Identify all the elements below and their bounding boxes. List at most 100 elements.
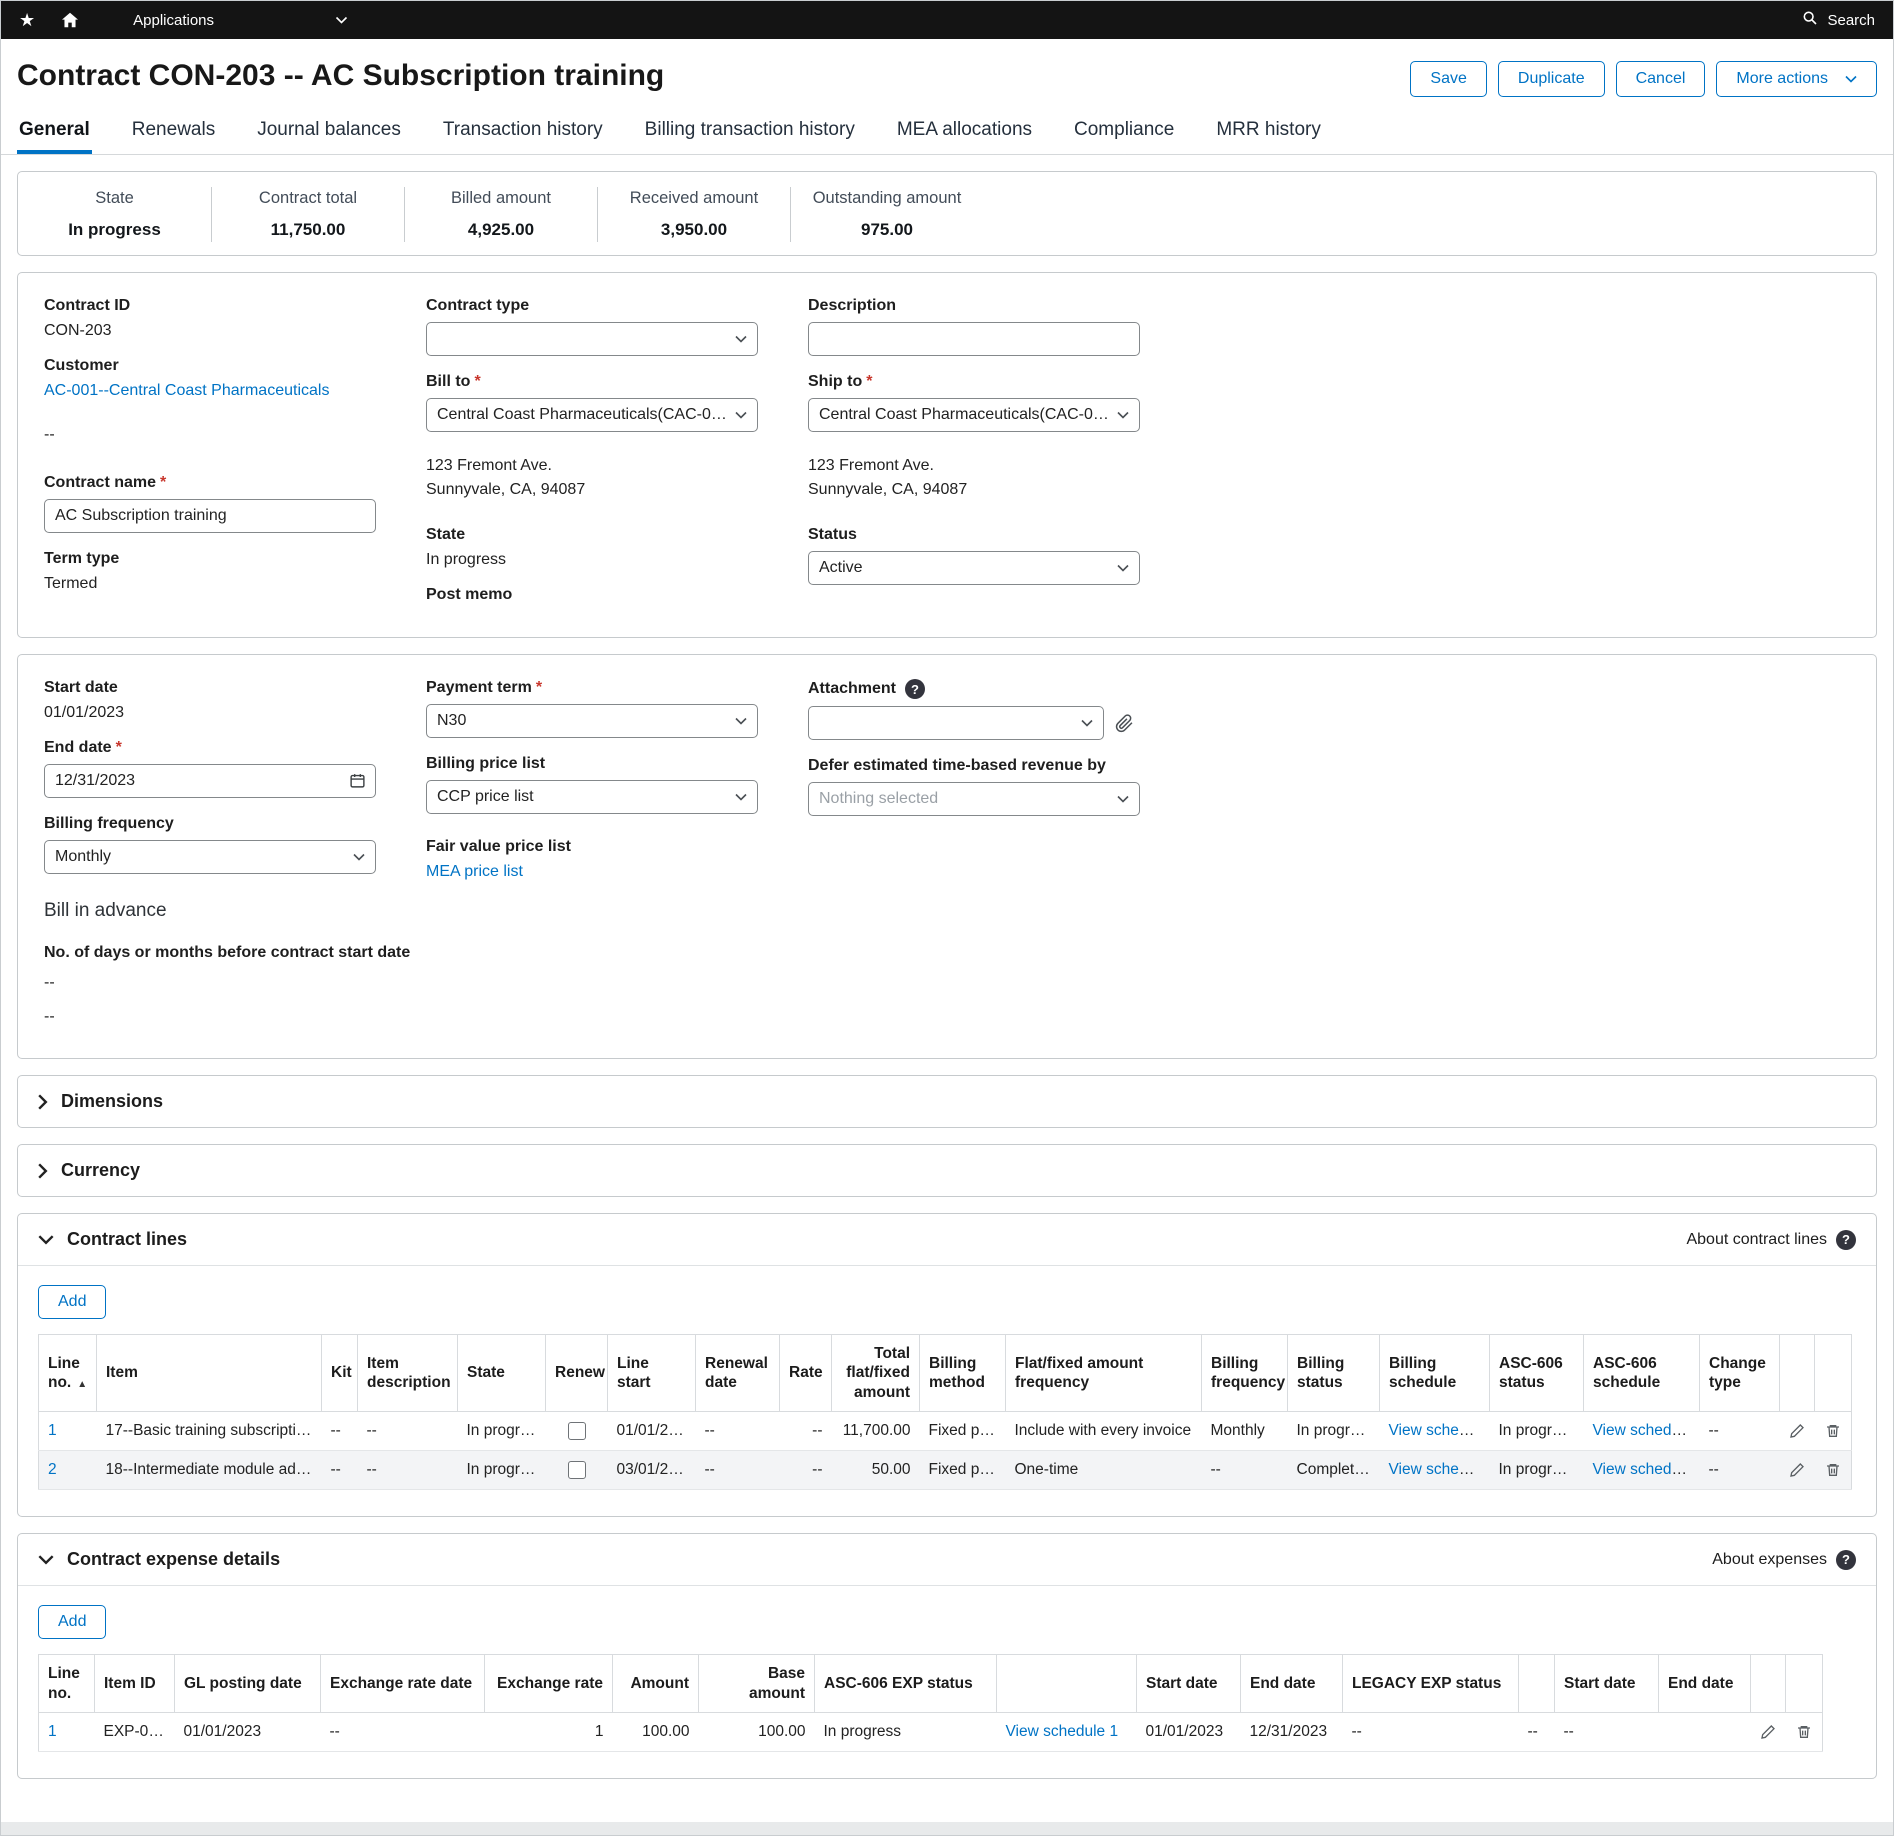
line-no-link[interactable]: 1 bbox=[48, 1422, 57, 1439]
cancel-button[interactable]: Cancel bbox=[1616, 61, 1706, 97]
chevron-down-icon bbox=[38, 1234, 54, 1245]
currency-section-toggle[interactable]: Currency bbox=[17, 1144, 1877, 1197]
renew-header: Renew bbox=[546, 1335, 608, 1412]
legacy-end-date-header: End date bbox=[1659, 1655, 1751, 1713]
contract-type-select[interactable] bbox=[426, 322, 758, 356]
change-type-cell: -- bbox=[1700, 1451, 1780, 1490]
tab-billing-transaction-history[interactable]: Billing transaction history bbox=[643, 111, 857, 154]
change-type-cell: -- bbox=[1700, 1412, 1780, 1451]
line-no-header[interactable]: Line no. bbox=[39, 1335, 97, 1412]
amount-header: Amount bbox=[613, 1655, 699, 1713]
renew-checkbox[interactable] bbox=[568, 1461, 586, 1479]
asc606-exp-schedule-link[interactable]: View schedule 1 bbox=[1006, 1723, 1119, 1740]
description-input[interactable] bbox=[808, 322, 1140, 356]
mea-price-list-link[interactable]: MEA price list bbox=[426, 863, 523, 880]
add-contract-line-button[interactable]: Add bbox=[38, 1285, 106, 1319]
flat-fixed-amount-frequency-cell: One-time bbox=[1006, 1451, 1202, 1490]
help-icon[interactable] bbox=[905, 679, 925, 699]
bill-to-address-line2: Sunnyvale, CA, 94087 bbox=[426, 478, 808, 502]
duplicate-button[interactable]: Duplicate bbox=[1498, 61, 1605, 97]
favorites-star-icon[interactable] bbox=[19, 10, 35, 31]
start-date-label: Start date bbox=[44, 679, 426, 697]
tab-general[interactable]: General bbox=[17, 111, 92, 154]
delete-row-icon[interactable] bbox=[1796, 1724, 1812, 1740]
contract-name-input[interactable] bbox=[44, 499, 376, 533]
delete-row-icon[interactable] bbox=[1825, 1462, 1841, 1478]
tab-mea-allocations[interactable]: MEA allocations bbox=[895, 111, 1034, 154]
save-button[interactable]: Save bbox=[1410, 61, 1486, 97]
defer-revenue-select[interactable]: Nothing selected bbox=[808, 782, 1140, 816]
chevron-down-icon bbox=[335, 16, 348, 24]
contract-expense-table: Line no.Item IDGL posting dateExchange r… bbox=[38, 1654, 1823, 1752]
home-icon[interactable] bbox=[61, 12, 79, 28]
asc606-schedule-cell: View schedule 1 bbox=[1584, 1412, 1700, 1451]
billing-price-list-select[interactable]: CCP price list bbox=[426, 780, 758, 814]
customer-link[interactable]: AC-001--Central Coast Pharmaceuticals bbox=[44, 382, 329, 399]
end-date-input[interactable] bbox=[44, 764, 376, 798]
edit-row-icon[interactable] bbox=[1760, 1724, 1776, 1740]
billing-frequency-cell: Monthly bbox=[1202, 1412, 1288, 1451]
delete-row-icon[interactable] bbox=[1825, 1423, 1841, 1439]
edit-row-icon[interactable] bbox=[1789, 1423, 1805, 1439]
contract-page: Applications Search Contract CON-203 -- … bbox=[0, 0, 1894, 1836]
line-no-cell: 1 bbox=[39, 1713, 95, 1752]
billing-schedule-link[interactable]: View schedule bbox=[1389, 1422, 1489, 1439]
chevron-right-icon bbox=[37, 1163, 48, 1179]
tab-mrr-history[interactable]: MRR history bbox=[1214, 111, 1323, 154]
edit-row-icon[interactable] bbox=[1789, 1462, 1805, 1478]
contract-expense-toggle[interactable]: Contract expense details bbox=[38, 1549, 280, 1570]
contract-lines-title: Contract lines bbox=[67, 1229, 187, 1250]
attachment-select[interactable] bbox=[808, 706, 1104, 740]
tab-journal-balances[interactable]: Journal balances bbox=[255, 111, 403, 154]
billing-schedule-header: Billing schedule bbox=[1380, 1335, 1490, 1412]
about-expenses-link[interactable]: About expenses bbox=[1712, 1550, 1856, 1570]
ship-to-address: 123 Fremont Ave. Sunnyvale, CA, 94087 bbox=[808, 454, 1850, 502]
contract-id-label: Contract ID bbox=[44, 297, 426, 315]
asc606-exp-status-cell: In progress bbox=[815, 1713, 997, 1752]
more-actions-button[interactable]: More actions bbox=[1716, 61, 1877, 97]
bill-in-advance-heading: Bill in advance bbox=[44, 900, 426, 922]
paperclip-icon[interactable] bbox=[1115, 714, 1134, 733]
bill-to-select[interactable]: Central Coast Pharmaceuticals(CAC-001) bbox=[426, 398, 758, 432]
item-description-cell: -- bbox=[358, 1412, 458, 1451]
billing-frequency-select[interactable]: Monthly bbox=[44, 840, 376, 874]
line-no-link[interactable]: 1 bbox=[48, 1723, 57, 1740]
add-expense-line-button[interactable]: Add bbox=[38, 1605, 106, 1639]
calendar-icon[interactable] bbox=[349, 772, 366, 789]
about-contract-lines-link[interactable]: About contract lines bbox=[1686, 1230, 1856, 1250]
tab-renewals[interactable]: Renewals bbox=[130, 111, 217, 154]
summary-value: In progress bbox=[26, 220, 203, 240]
asc606-schedule-link[interactable]: View schedule 1 bbox=[1593, 1422, 1700, 1439]
dimensions-section-toggle[interactable]: Dimensions bbox=[17, 1075, 1877, 1128]
global-search[interactable]: Search bbox=[1802, 10, 1875, 30]
sort-asc-icon bbox=[77, 1374, 87, 1391]
identity-column-1: Contract ID CON-203 Customer AC-001--Cen… bbox=[44, 297, 426, 621]
kit-cell: -- bbox=[322, 1451, 358, 1490]
payment-term-select[interactable]: N30 bbox=[426, 704, 758, 738]
applications-menu[interactable]: Applications bbox=[133, 12, 348, 29]
ship-to-select[interactable]: Central Coast Pharmaceuticals(CAC-001) bbox=[808, 398, 1140, 432]
rate-cell: -- bbox=[780, 1412, 832, 1451]
renew-cell bbox=[546, 1412, 608, 1451]
payment-term-label: Payment term* bbox=[426, 679, 808, 697]
tab-transaction-history[interactable]: Transaction history bbox=[441, 111, 605, 154]
asc606-status-header: ASC-606 status bbox=[1490, 1335, 1584, 1412]
line-no-link[interactable]: 2 bbox=[48, 1461, 57, 1478]
billing-status-cell: In progress bbox=[1288, 1412, 1380, 1451]
help-icon bbox=[1836, 1230, 1856, 1250]
bill-to-address: 123 Fremont Ave. Sunnyvale, CA, 94087 bbox=[426, 454, 808, 502]
summary-value: 11,750.00 bbox=[220, 220, 396, 240]
contract-lines-toggle[interactable]: Contract lines bbox=[38, 1229, 187, 1250]
status-select[interactable]: Active bbox=[808, 551, 1140, 585]
item-description-header: Item description bbox=[358, 1335, 458, 1412]
summary-label: Contract total bbox=[220, 189, 396, 208]
billing-schedule-link[interactable]: View schedule bbox=[1389, 1461, 1489, 1478]
flat-fixed-amount-frequency-header: Flat/fixed amount frequency bbox=[1006, 1335, 1202, 1412]
contract-lines-table: Line no.ItemKitItem descriptionStateRene… bbox=[38, 1334, 1852, 1490]
asc606-schedule-link[interactable]: View schedule 1 bbox=[1593, 1461, 1700, 1478]
delete-cell bbox=[1815, 1412, 1852, 1451]
chevron-down-icon bbox=[38, 1554, 54, 1565]
renew-checkbox[interactable] bbox=[568, 1422, 586, 1440]
legacy-end-date-cell bbox=[1659, 1713, 1751, 1752]
tab-compliance[interactable]: Compliance bbox=[1072, 111, 1176, 154]
